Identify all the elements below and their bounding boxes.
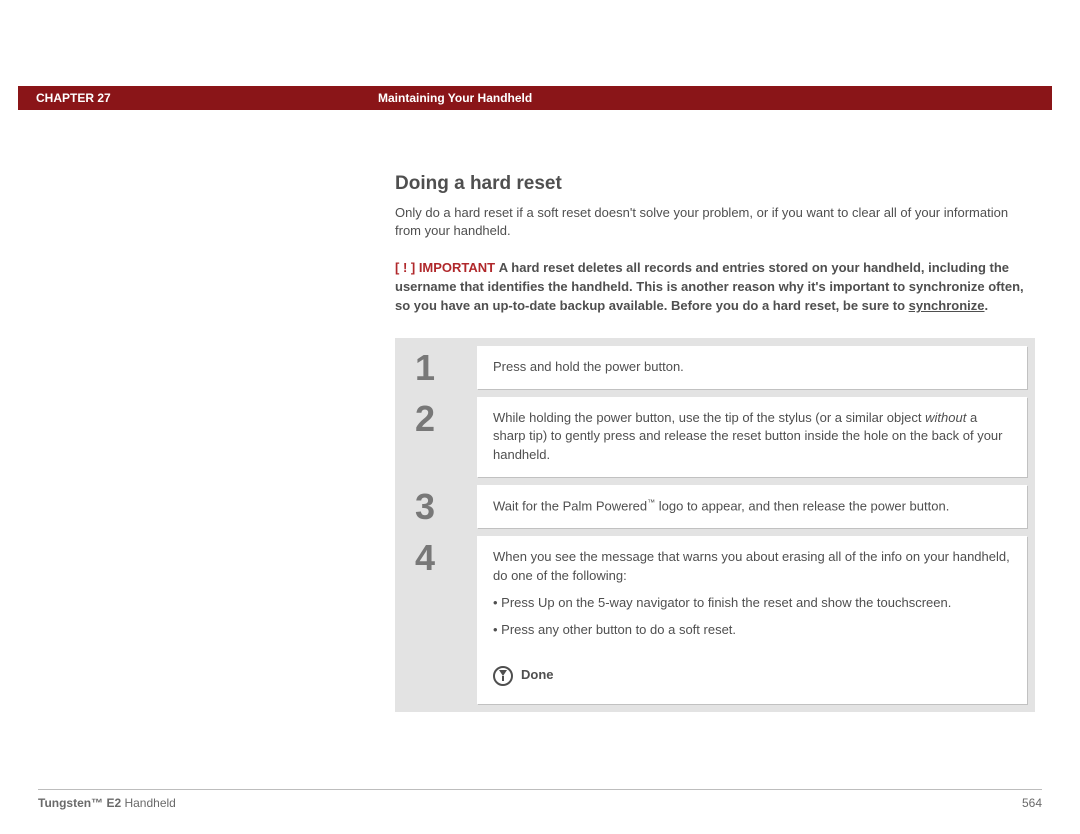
step-3: 3 Wait for the Palm Powered™ logo to app… bbox=[403, 485, 1027, 528]
done-row: Done bbox=[493, 658, 1011, 692]
done-label: Done bbox=[521, 666, 554, 685]
step-4: 4 When you see the message that warns yo… bbox=[403, 536, 1027, 703]
step-lead: When you see the message that warns you … bbox=[493, 548, 1011, 586]
synchronize-link[interactable]: synchronize bbox=[909, 298, 985, 313]
section-heading: Doing a hard reset bbox=[395, 170, 1035, 198]
chapter-label: CHAPTER 27 bbox=[36, 90, 111, 107]
step-1: 1 Press and hold the power button. bbox=[403, 346, 1027, 389]
step-text: Wait for the Palm Powered™ logo to appea… bbox=[493, 497, 1011, 516]
step-bullet-1: • Press Up on the 5-way navigator to fin… bbox=[493, 594, 1011, 613]
step-body: While holding the power button, use the … bbox=[477, 397, 1027, 478]
step-bullet-2: • Press any other button to do a soft re… bbox=[493, 621, 1011, 640]
done-icon bbox=[493, 666, 513, 686]
main-content: Doing a hard reset Only do a hard reset … bbox=[395, 170, 1035, 712]
step-2: 2 While holding the power button, use th… bbox=[403, 397, 1027, 478]
step-number: 3 bbox=[403, 485, 477, 528]
step-body: Wait for the Palm Powered™ logo to appea… bbox=[477, 485, 1027, 528]
important-text-2: . bbox=[985, 298, 989, 313]
important-label: [ ! ] IMPORTANT bbox=[395, 260, 495, 275]
step-number: 2 bbox=[403, 397, 477, 478]
steps-box: 1 Press and hold the power button. 2 Whi… bbox=[395, 338, 1035, 712]
important-note: [ ! ] IMPORTANT A hard reset deletes all… bbox=[395, 259, 1035, 316]
step-body: When you see the message that warns you … bbox=[477, 536, 1027, 703]
page-footer: Tungsten™ E2 Handheld 564 bbox=[38, 789, 1042, 812]
step-text: While holding the power button, use the … bbox=[493, 409, 1011, 466]
chapter-header: CHAPTER 27 Maintaining Your Handheld bbox=[18, 86, 1052, 110]
page-number: 564 bbox=[1022, 795, 1042, 812]
step-number: 4 bbox=[403, 536, 477, 703]
chapter-title: Maintaining Your Handheld bbox=[378, 90, 532, 107]
product-name: Tungsten™ E2 Handheld bbox=[38, 795, 176, 812]
step-number: 1 bbox=[403, 346, 477, 389]
intro-paragraph: Only do a hard reset if a soft reset doe… bbox=[395, 204, 1035, 242]
step-body: Press and hold the power button. bbox=[477, 346, 1027, 389]
step-text: Press and hold the power button. bbox=[493, 358, 1011, 377]
